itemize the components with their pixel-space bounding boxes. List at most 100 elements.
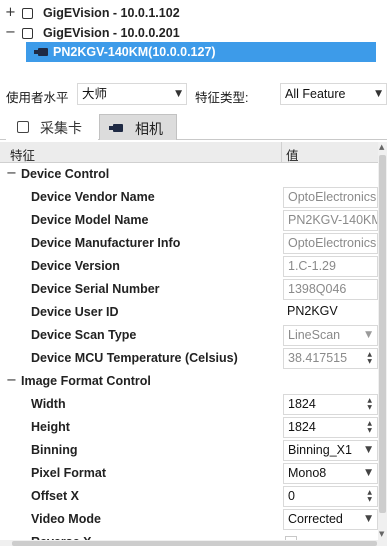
collapse-icon[interactable]: − [5, 23, 16, 43]
property-row[interactable]: Binning Binning_X1 ▼ [0, 439, 378, 462]
user-level-label: 使用者水平 [6, 91, 69, 105]
device-tree: + GigEVision - 10.0.1.102 − GigEVision -… [0, 0, 387, 66]
horizontal-scrollbar[interactable] [0, 540, 387, 546]
property-value-field[interactable]: OptoElectronics [283, 233, 378, 254]
property-row[interactable]: Device Vendor Name OptoElectronics [0, 186, 378, 209]
feature-type-label: 特征类型: [195, 91, 249, 105]
property-row[interactable]: Height 1824 ▲ ▼ [0, 416, 378, 439]
grid-header: 特征 值 [0, 142, 378, 163]
dropdown-arrow-icon[interactable]: ▼ [365, 510, 372, 529]
property-name: Video Mode [31, 512, 101, 526]
property-name: Device Model Name [31, 213, 149, 227]
scroll-down-icon[interactable]: ▼ [379, 530, 384, 538]
tree-node-label: GigEVision - 10.0.1.102 [43, 6, 180, 20]
property-value-spinbox[interactable]: 38.417515 ▲ ▼ [283, 348, 378, 369]
property-value-select[interactable]: Corrected ▼ [283, 509, 378, 530]
property-row[interactable]: Device User ID PN2KGV [0, 301, 378, 324]
property-row[interactable]: Video Mode Corrected ▼ [0, 508, 378, 531]
scroll-up-icon[interactable]: ▲ [379, 143, 384, 151]
dropdown-arrow-icon[interactable]: ▼ [365, 464, 372, 483]
property-value: PN2KGV-140KM [288, 213, 378, 227]
feature-grid: 特征 值 − Device Control Device Vendor Name Op… [0, 142, 378, 540]
category-row[interactable]: − Device Control [0, 163, 378, 186]
property-row[interactable]: Width 1824 ▲ ▼ [0, 393, 378, 416]
property-value-field[interactable]: PN2KGV-140KM [283, 210, 378, 231]
property-value: 1824 [288, 397, 316, 411]
property-value-field[interactable]: 1398Q046 [283, 279, 378, 300]
property-row[interactable]: Device Model Name PN2KGV-140KM [0, 209, 378, 232]
category-row[interactable]: − Image Format Control [0, 370, 378, 393]
property-row[interactable]: Device Scan Type LineScan ▼ [0, 324, 378, 347]
category-label: Device Control [21, 167, 110, 181]
feature-column-header[interactable]: 特征 [10, 145, 35, 164]
device-node-icon [22, 28, 33, 39]
property-name: Device Vendor Name [31, 190, 155, 204]
filter-bar: 使用者水平 大师 ▼ 特征类型: All Feature ▼ [0, 83, 387, 105]
tree-node-label: PN2KGV-140KM(10.0.0.127) [53, 45, 216, 59]
property-value: 1824 [288, 420, 316, 434]
expand-icon[interactable]: + [5, 3, 16, 23]
property-value: 0 [288, 489, 295, 503]
property-name: Pixel Format [31, 466, 107, 480]
property-value-field[interactable]: PN2KGV [283, 302, 378, 323]
property-row[interactable]: Offset X 0 ▲ ▼ [0, 485, 378, 508]
property-value-field[interactable]: OptoElectronics [283, 187, 378, 208]
dropdown-arrow-icon[interactable]: ▼ [365, 441, 372, 460]
dropdown-arrow-icon: ▼ [375, 89, 382, 99]
spin-down-icon[interactable]: ▼ [367, 359, 372, 365]
property-value-select[interactable]: Mono8 ▼ [283, 463, 378, 484]
tab-label: 相机 [135, 121, 163, 137]
property-value: LineScan [288, 328, 341, 342]
user-level-select[interactable]: 大师 ▼ [77, 83, 187, 105]
dropdown-arrow-icon[interactable]: ▼ [365, 326, 372, 345]
feature-type-value: All Feature [285, 87, 346, 101]
tab-camera[interactable]: 相机 [99, 114, 177, 140]
spin-down-icon[interactable]: ▼ [367, 497, 372, 503]
property-value-select[interactable]: LineScan ▼ [283, 325, 378, 346]
tree-node-camera-selected[interactable]: PN2KGV-140KM(10.0.0.127) [26, 42, 376, 62]
tab-capture-card[interactable]: 采集卡 [6, 114, 98, 140]
property-row[interactable]: Device Manufacturer Info OptoElectronics [0, 232, 378, 255]
property-row[interactable]: Device Serial Number 1398Q046 [0, 278, 378, 301]
scroll-thumb[interactable] [379, 155, 386, 513]
property-value-select[interactable]: Binning_X1 ▼ [283, 440, 378, 461]
value-column-header[interactable]: 值 [286, 145, 299, 164]
property-row[interactable]: Device Version 1.C-1.29 [0, 255, 378, 278]
collapse-icon[interactable]: − [6, 373, 17, 388]
property-name: Binning [31, 443, 78, 457]
property-value: Binning_X1 [288, 443, 352, 457]
property-name: Device User ID [31, 305, 119, 319]
dropdown-arrow-icon: ▼ [175, 89, 182, 99]
property-value: 38.417515 [288, 351, 348, 365]
checkbox-icon [17, 121, 29, 133]
spin-down-icon[interactable]: ▼ [367, 405, 372, 411]
grid-rows: − Device Control Device Vendor Name OptoEle… [0, 163, 378, 540]
property-value-spinbox[interactable]: 1824 ▲ ▼ [283, 394, 378, 415]
property-value-field[interactable]: 1.C-1.29 [283, 256, 378, 277]
property-row[interactable]: Pixel Format Mono8 ▼ [0, 462, 378, 485]
property-row[interactable]: Reverse X [0, 531, 378, 540]
tree-node-gige-2[interactable]: − GigEVision - 10.0.0.201 [0, 23, 387, 43]
collapse-icon[interactable]: − [6, 166, 17, 181]
tab-bar: 采集卡 相机 [0, 114, 387, 140]
feature-type-select[interactable]: All Feature ▼ [280, 83, 387, 105]
camera-icon [34, 48, 48, 56]
property-name: Device Serial Number [31, 282, 160, 296]
user-level-value: 大师 [82, 87, 108, 101]
property-value-spinbox[interactable]: 0 ▲ ▼ [283, 486, 378, 507]
property-value-spinbox[interactable]: 1824 ▲ ▼ [283, 417, 378, 438]
spin-down-icon[interactable]: ▼ [367, 428, 372, 434]
property-value: OptoElectronics [288, 190, 377, 204]
property-value: OptoElectronics [288, 236, 377, 250]
property-name: Height [31, 420, 70, 434]
device-node-icon [22, 8, 33, 19]
property-row[interactable]: Device MCU Temperature (Celsius) 38.41751… [0, 347, 378, 370]
category-label: Image Format Control [21, 374, 151, 388]
vertical-scrollbar[interactable]: ▲ ▼ [378, 142, 387, 540]
tree-node-gige-1[interactable]: + GigEVision - 10.0.1.102 [0, 3, 387, 23]
property-value: PN2KGV [287, 304, 338, 318]
column-divider[interactable] [281, 142, 282, 163]
scroll-thumb[interactable] [12, 541, 377, 546]
property-name: Device Manufacturer Info [31, 236, 181, 250]
property-value: Corrected [288, 512, 343, 526]
